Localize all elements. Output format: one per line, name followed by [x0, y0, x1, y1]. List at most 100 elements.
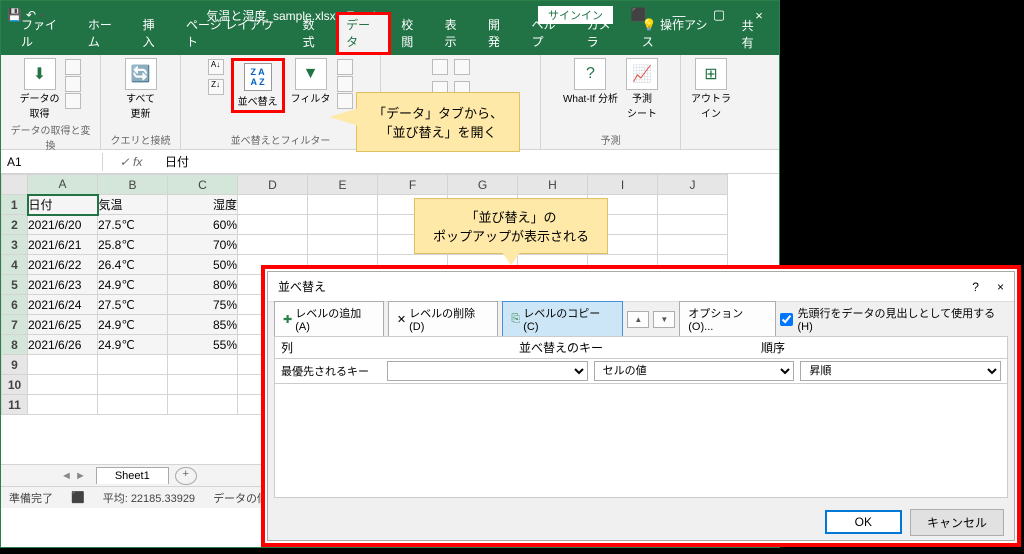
get-data-icon[interactable]: ⬇: [24, 58, 56, 90]
sort-asc-icon[interactable]: A↓: [208, 59, 224, 75]
cell[interactable]: [238, 195, 308, 215]
options-button[interactable]: オプション(O)...: [679, 301, 776, 337]
cell[interactable]: [168, 375, 238, 395]
help-button[interactable]: ?: [972, 280, 979, 294]
cell[interactable]: [98, 395, 168, 415]
row-header[interactable]: 8: [2, 335, 28, 355]
header-row-checkbox-input[interactable]: [780, 313, 793, 326]
dialog-close-button[interactable]: ×: [997, 280, 1004, 294]
forecast-icon[interactable]: 📈: [626, 58, 658, 90]
cell[interactable]: [28, 395, 98, 415]
whatif-icon[interactable]: ?: [574, 58, 606, 90]
cell[interactable]: 24.9℃: [98, 335, 168, 355]
cell[interactable]: [238, 215, 308, 235]
column-header[interactable]: E: [308, 175, 378, 195]
mini-icon[interactable]: [65, 93, 81, 109]
fx-icon[interactable]: ✓ fx: [103, 155, 159, 169]
cell[interactable]: [308, 235, 378, 255]
tab-pagelayout[interactable]: ページ レイアウト: [176, 12, 293, 55]
column-header[interactable]: G: [448, 175, 518, 195]
sort-key-select[interactable]: セルの値: [594, 361, 795, 381]
cell[interactable]: 2021/6/21: [28, 235, 98, 255]
outline-icon[interactable]: ⊞: [695, 58, 727, 90]
cell[interactable]: 2021/6/20: [28, 215, 98, 235]
sheet-tab[interactable]: Sheet1: [96, 467, 169, 484]
column-header[interactable]: D: [238, 175, 308, 195]
status-rec-icon[interactable]: ⬛: [71, 491, 85, 504]
mini-icon[interactable]: [432, 59, 448, 75]
cell[interactable]: [308, 195, 378, 215]
row-header[interactable]: 3: [2, 235, 28, 255]
cell[interactable]: [238, 235, 308, 255]
cell[interactable]: [28, 375, 98, 395]
cell[interactable]: 60%: [168, 215, 238, 235]
move-down-button[interactable]: ▼: [653, 311, 675, 328]
row-header[interactable]: 5: [2, 275, 28, 295]
filter-icon[interactable]: ▼: [295, 58, 327, 90]
ok-button[interactable]: OK: [825, 510, 902, 534]
cell[interactable]: 50%: [168, 255, 238, 275]
column-header[interactable]: B: [98, 175, 168, 195]
row-header[interactable]: 9: [2, 355, 28, 375]
cell[interactable]: 85%: [168, 315, 238, 335]
cell[interactable]: 25.8℃: [98, 235, 168, 255]
cell[interactable]: 26.4℃: [98, 255, 168, 275]
sort-button[interactable]: Z AA Z 並べ替え: [231, 58, 285, 113]
cell[interactable]: 湿度: [168, 195, 238, 215]
header-row-checkbox[interactable]: 先頭行をデータの見出しとして使用する(H): [780, 305, 1008, 333]
mini-icon[interactable]: [65, 59, 81, 75]
cell[interactable]: [168, 355, 238, 375]
cell[interactable]: 2021/6/22: [28, 255, 98, 275]
name-box[interactable]: A1: [1, 153, 103, 171]
share-button[interactable]: 共有: [728, 13, 779, 55]
cell[interactable]: [658, 215, 728, 235]
tab-developer[interactable]: 開発: [478, 12, 521, 55]
cell[interactable]: 75%: [168, 295, 238, 315]
cancel-button[interactable]: キャンセル: [910, 509, 1004, 536]
column-header[interactable]: C: [168, 175, 238, 195]
cell[interactable]: 24.9℃: [98, 275, 168, 295]
cell[interactable]: 55%: [168, 335, 238, 355]
cell[interactable]: 27.5℃: [98, 295, 168, 315]
copy-level-button[interactable]: ⎘レベルのコピー(C): [502, 301, 623, 337]
mini-icon[interactable]: [337, 59, 353, 75]
move-up-button[interactable]: ▲: [627, 311, 649, 328]
cell[interactable]: [28, 355, 98, 375]
column-header[interactable]: H: [518, 175, 588, 195]
cell[interactable]: [308, 215, 378, 235]
row-header[interactable]: 6: [2, 295, 28, 315]
add-level-button[interactable]: ✚レベルの追加(A): [274, 301, 384, 337]
cell[interactable]: [658, 195, 728, 215]
column-header[interactable]: A: [28, 175, 98, 195]
tab-view[interactable]: 表示: [435, 12, 478, 55]
cell[interactable]: 24.9℃: [98, 315, 168, 335]
column-header[interactable]: J: [658, 175, 728, 195]
cell[interactable]: [658, 235, 728, 255]
cell[interactable]: 27.5℃: [98, 215, 168, 235]
cell[interactable]: 2021/6/26: [28, 335, 98, 355]
tell-me[interactable]: 💡 操作アシス: [632, 12, 728, 55]
mini-icon[interactable]: [65, 76, 81, 92]
mini-icon[interactable]: [337, 76, 353, 92]
cell[interactable]: 日付: [28, 195, 98, 215]
sort-order-select[interactable]: 昇順: [800, 361, 1001, 381]
sort-column-select[interactable]: [387, 361, 588, 381]
formula-input[interactable]: 日付: [159, 151, 779, 172]
refresh-icon[interactable]: 🔄: [125, 58, 157, 90]
cell[interactable]: 2021/6/23: [28, 275, 98, 295]
select-all-cell[interactable]: [2, 175, 28, 195]
tab-formulas[interactable]: 数式: [293, 12, 336, 55]
tab-camera[interactable]: カメラ: [577, 12, 632, 55]
row-header[interactable]: 10: [2, 375, 28, 395]
cell[interactable]: 気温: [98, 195, 168, 215]
tab-data[interactable]: データ: [336, 12, 391, 55]
cell[interactable]: 2021/6/25: [28, 315, 98, 335]
cell[interactable]: 2021/6/24: [28, 295, 98, 315]
row-header[interactable]: 1: [2, 195, 28, 215]
tab-file[interactable]: ファイル: [11, 12, 78, 55]
cell[interactable]: [98, 355, 168, 375]
tab-help[interactable]: ヘルプ: [521, 12, 576, 55]
delete-level-button[interactable]: ✕レベルの削除(D): [388, 301, 499, 337]
tab-review[interactable]: 校閲: [391, 12, 434, 55]
column-header[interactable]: I: [588, 175, 658, 195]
